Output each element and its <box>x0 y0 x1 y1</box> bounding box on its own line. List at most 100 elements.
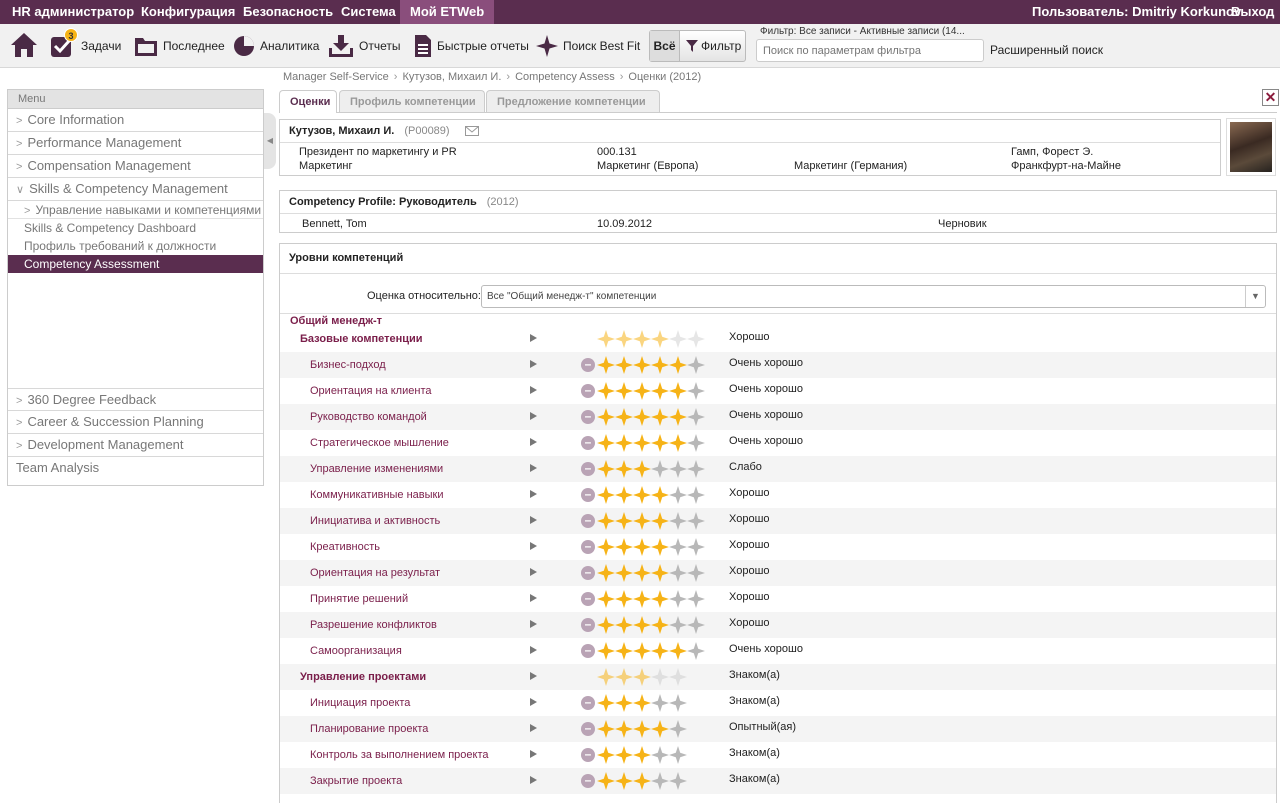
star-icon[interactable] <box>615 434 633 452</box>
competency-name[interactable]: Коммуникативные навыки <box>310 489 444 501</box>
expand-triangle-icon[interactable] <box>530 646 537 654</box>
star-icon[interactable] <box>615 746 633 764</box>
menu-hr-admin[interactable]: HR администратор <box>2 0 144 24</box>
remove-rating-icon[interactable]: – <box>581 436 595 450</box>
star-icon[interactable] <box>615 512 633 530</box>
rating-stars[interactable] <box>597 538 705 556</box>
star-icon[interactable] <box>615 356 633 374</box>
sidebar-item-360-feedback[interactable]: >360 Degree Feedback <box>8 388 263 411</box>
star-icon[interactable] <box>633 590 651 608</box>
star-icon[interactable] <box>597 356 615 374</box>
competency-row[interactable]: Базовые компетенции Хорошо <box>280 326 1276 352</box>
rating-stars[interactable] <box>597 564 705 582</box>
star-icon[interactable] <box>597 382 615 400</box>
competency-row[interactable]: Самоорганизация – Очень хорошо <box>280 638 1276 664</box>
star-icon[interactable] <box>687 590 705 608</box>
tab-ratings[interactable]: Оценки <box>279 90 337 113</box>
star-icon[interactable] <box>687 512 705 530</box>
best-fit-button[interactable]: Поиск Best Fit <box>536 34 640 58</box>
star-icon[interactable] <box>687 538 705 556</box>
advanced-search-link[interactable]: Расширенный поиск <box>990 43 1103 57</box>
star-icon[interactable] <box>633 486 651 504</box>
star-icon[interactable] <box>669 772 687 790</box>
remove-rating-icon[interactable]: – <box>581 644 595 658</box>
star-icon[interactable] <box>669 330 687 348</box>
expand-triangle-icon[interactable] <box>530 672 537 680</box>
star-icon[interactable] <box>597 642 615 660</box>
star-icon[interactable] <box>669 668 687 686</box>
tasks-button[interactable]: 3 Задачи <box>50 28 121 58</box>
close-button[interactable]: ✕ <box>1262 89 1279 106</box>
competency-name[interactable]: Закрытие проекта <box>310 775 402 787</box>
rating-stars[interactable] <box>597 408 705 426</box>
expand-triangle-icon[interactable] <box>530 594 537 602</box>
competency-row[interactable]: Управление изменениями – Слабо <box>280 456 1276 482</box>
star-icon[interactable] <box>669 382 687 400</box>
rating-stars[interactable] <box>597 330 705 348</box>
rating-stars[interactable] <box>597 616 705 634</box>
competency-name[interactable]: Принятие решений <box>310 593 408 605</box>
remove-rating-icon[interactable]: – <box>581 488 595 502</box>
star-icon[interactable] <box>597 720 615 738</box>
star-icon[interactable] <box>651 434 669 452</box>
star-icon[interactable] <box>651 486 669 504</box>
star-icon[interactable] <box>597 460 615 478</box>
relative-select[interactable]: Все "Общий менедж-т" компетенции ▼ <box>481 285 1266 308</box>
star-icon[interactable] <box>633 408 651 426</box>
competency-row[interactable]: Ориентация на клиента – Очень хорошо <box>280 378 1276 404</box>
star-icon[interactable] <box>615 694 633 712</box>
competency-row[interactable]: Стратегическое мышление – Очень хорошо <box>280 430 1276 456</box>
rating-stars[interactable] <box>597 746 687 764</box>
rating-stars[interactable] <box>597 642 705 660</box>
star-icon[interactable] <box>615 486 633 504</box>
star-icon[interactable] <box>597 564 615 582</box>
star-icon[interactable] <box>633 642 651 660</box>
competency-name[interactable]: Контроль за выполнением проекта <box>310 749 488 761</box>
star-icon[interactable] <box>615 460 633 478</box>
star-icon[interactable] <box>651 694 669 712</box>
star-icon[interactable] <box>615 772 633 790</box>
expand-triangle-icon[interactable] <box>530 516 537 524</box>
star-icon[interactable] <box>669 590 687 608</box>
star-icon[interactable] <box>633 434 651 452</box>
star-icon[interactable] <box>597 616 615 634</box>
sidebar-item-performance[interactable]: > Performance Management <box>8 132 263 155</box>
star-icon[interactable] <box>597 694 615 712</box>
breadcrumb-item[interactable]: Кутузов, Михаил И. <box>402 71 501 83</box>
star-icon[interactable] <box>669 642 687 660</box>
star-icon[interactable] <box>633 538 651 556</box>
star-icon[interactable] <box>633 616 651 634</box>
star-icon[interactable] <box>615 408 633 426</box>
star-icon[interactable] <box>597 590 615 608</box>
star-icon[interactable] <box>669 616 687 634</box>
competency-row[interactable]: Разрешение конфликтов – Хорошо <box>280 612 1276 638</box>
analytics-button[interactable]: Аналитика <box>233 34 319 58</box>
rating-stars[interactable] <box>597 382 705 400</box>
star-icon[interactable] <box>633 564 651 582</box>
competency-name[interactable]: Разрешение конфликтов <box>310 619 437 631</box>
star-icon[interactable] <box>615 642 633 660</box>
sidebar-item-career[interactable]: > Career & Succession Planning <box>8 411 263 434</box>
all-button[interactable]: Всё <box>650 31 680 61</box>
breadcrumb-item[interactable]: Manager Self-Service <box>283 71 389 83</box>
star-icon[interactable] <box>687 382 705 400</box>
star-icon[interactable] <box>687 408 705 426</box>
remove-rating-icon[interactable]: – <box>581 514 595 528</box>
star-icon[interactable] <box>687 434 705 452</box>
sidebar-sub-item-dashboard[interactable]: Skills & Competency Dashboard <box>8 219 263 237</box>
star-icon[interactable] <box>633 746 651 764</box>
remove-rating-icon[interactable]: – <box>581 696 595 710</box>
remove-rating-icon[interactable]: – <box>581 410 595 424</box>
competency-row[interactable]: Принятие решений – Хорошо <box>280 586 1276 612</box>
remove-rating-icon[interactable]: – <box>581 722 595 736</box>
star-icon[interactable] <box>633 668 651 686</box>
competency-row[interactable]: Управление проектами Знаком(а) <box>280 664 1276 690</box>
star-icon[interactable] <box>669 564 687 582</box>
competency-name[interactable]: Руководство командой <box>310 411 427 423</box>
star-icon[interactable] <box>615 668 633 686</box>
star-icon[interactable] <box>687 486 705 504</box>
star-icon[interactable] <box>651 668 669 686</box>
star-icon[interactable] <box>597 668 615 686</box>
rating-stars[interactable] <box>597 486 705 504</box>
star-icon[interactable] <box>633 512 651 530</box>
